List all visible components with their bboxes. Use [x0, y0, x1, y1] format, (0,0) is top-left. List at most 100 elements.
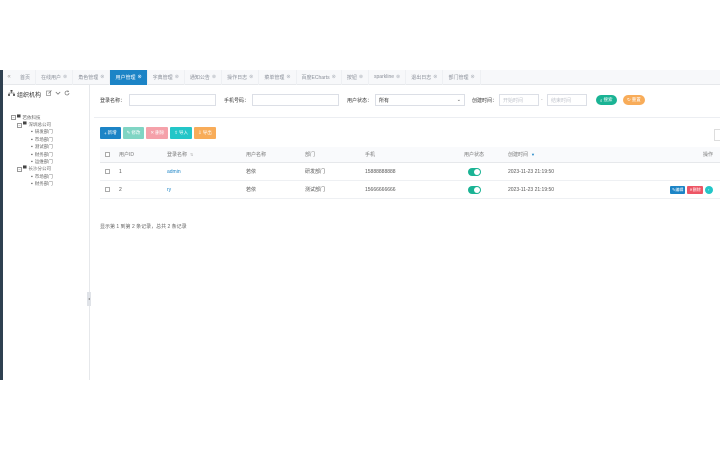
tab-menu-management[interactable]: 菜单管理 ⊗: [259, 70, 297, 85]
created-time-label: 创建时间：: [472, 98, 498, 104]
tree-node-dept[interactable]: ▪ 财务部门: [11, 151, 89, 158]
tree-node-dept[interactable]: ▪ 研发部门: [11, 129, 89, 136]
collapse-icon[interactable]: −: [17, 166, 22, 172]
tab-close-icon[interactable]: ⊗: [359, 74, 363, 80]
phone-input[interactable]: [252, 94, 339, 106]
remove-icon: ✕: [150, 130, 155, 135]
status-toggle[interactable]: [468, 163, 481, 180]
tab-close-icon[interactable]: ⊗: [433, 74, 437, 80]
tab-role-management[interactable]: 角色管理 ⊗: [73, 70, 111, 85]
tab-dict-management[interactable]: 字典管理 ⊗: [148, 70, 185, 85]
row-delete-button[interactable]: ✕ 删除: [687, 185, 703, 194]
tab-sparkline[interactable]: sparkline ⊗: [369, 70, 407, 85]
row-edit-button[interactable]: ✎ 编辑: [670, 185, 686, 194]
tree-node-label: 测试部门: [34, 144, 53, 150]
tree-node-label: 若依科技: [22, 114, 41, 120]
tab-dept-management[interactable]: 部门管理 ⊗: [443, 70, 481, 85]
delete-button[interactable]: ✕ 删除: [146, 127, 169, 139]
start-time-input[interactable]: 开始时间: [499, 94, 539, 106]
tree-node-label: 市场部门: [34, 136, 53, 142]
tree-node-dept[interactable]: ▪ 市场部门: [11, 136, 89, 143]
import-button-label: 导入: [178, 130, 188, 135]
refresh-icon: ↻: [627, 97, 631, 102]
tab-close-icon[interactable]: ⊗: [212, 74, 216, 80]
collapse-icon[interactable]: −: [11, 115, 16, 121]
column-header-phone: 手机: [365, 152, 376, 158]
edit-icon[interactable]: [46, 90, 52, 98]
tab-close-icon[interactable]: ⊗: [63, 74, 67, 80]
search-button-label: 搜索: [603, 97, 613, 102]
file-icon: ▪: [31, 129, 33, 136]
tree-node-changsha[interactable]: − ▀ 长沙分公司: [11, 166, 89, 173]
cell-user-name: 若依: [246, 187, 257, 193]
tab-close-icon[interactable]: ⊗: [137, 74, 141, 80]
cell-created-time: 2023-11-23 21:19:50: [508, 186, 555, 193]
column-header-created[interactable]: 创建时间 ▼: [508, 147, 535, 162]
cell-dept: 研发部门: [305, 169, 326, 175]
tab-label: 操作日志: [227, 74, 248, 81]
tab-close-icon[interactable]: ⊗: [175, 74, 179, 80]
file-icon: ▪: [31, 144, 33, 151]
column-header-id[interactable]: 用户ID: [119, 147, 134, 162]
import-button[interactable]: ⇪ 导入: [170, 127, 192, 139]
column-toggle-button[interactable]: [714, 129, 720, 141]
tree-node-shenzhen[interactable]: − ▀ 深圳总公司: [11, 121, 89, 128]
tab-close-icon[interactable]: ⊗: [332, 74, 336, 80]
tab-label: 用户管理: [115, 74, 136, 81]
tab-label: 退出日志: [411, 74, 432, 81]
tab-logout-log[interactable]: 退出日志 ⊗: [406, 70, 444, 85]
folder-icon: ▀: [23, 122, 27, 129]
add-button[interactable]: + 新增: [100, 127, 121, 139]
row-more-button[interactable]: ›: [704, 185, 713, 194]
plus-icon: +: [104, 130, 107, 136]
org-tree-header: 组织机构: [3, 85, 89, 103]
edit-button[interactable]: ✎ 修改: [122, 127, 145, 139]
tab-echarts[interactable]: 百度ECharts ⊗: [297, 70, 342, 85]
tab-close-icon[interactable]: ⊗: [100, 74, 104, 80]
export-button-label: 导出: [202, 130, 212, 135]
tab-online-users[interactable]: 在线用户 ⊗: [36, 70, 74, 85]
tree-node-label: 财务部门: [34, 181, 53, 187]
tab-close-icon[interactable]: ⊗: [470, 74, 474, 80]
tab-close-icon[interactable]: ⊗: [286, 74, 290, 80]
status-label: 用户状态：: [347, 98, 373, 104]
tab-buttons[interactable]: 按钮 ⊗: [342, 70, 370, 85]
collapse-icon[interactable]: −: [17, 122, 22, 128]
tab-scroll-left-icon[interactable]: «: [3, 74, 15, 80]
column-header-login[interactable]: 登录名称 ⇅: [167, 147, 193, 162]
tab-close-icon[interactable]: ⊗: [396, 74, 400, 80]
tab-label: 字典管理: [152, 74, 173, 81]
tree-node-dept[interactable]: ▪ 运维部门: [11, 158, 89, 165]
search-button[interactable]: ⌕ 搜索: [596, 95, 617, 105]
chevron-down-icon[interactable]: [55, 90, 61, 98]
tree-node-dept[interactable]: ▪ 市场部门: [11, 173, 89, 180]
table-row: 2 ry 若依 测试部门 15666666666 2023-11-23 21:1…: [100, 181, 720, 199]
export-button[interactable]: ⇩ 导出: [193, 127, 216, 139]
cell-login-name[interactable]: admin: [167, 163, 181, 180]
tab-label: 在线用户: [41, 74, 62, 81]
cell-login-name[interactable]: ry: [167, 181, 171, 198]
tab-user-management[interactable]: 用户管理 ⊗: [110, 70, 148, 85]
tab-close-icon[interactable]: ⊗: [249, 74, 253, 80]
row-checkbox[interactable]: [105, 163, 110, 180]
tree-node-dept[interactable]: ▪ 财务部门: [11, 181, 89, 188]
tab-label: 菜单管理: [264, 74, 285, 81]
tab-home[interactable]: 首页: [15, 70, 37, 85]
tree-node-dept[interactable]: ▪ 测试部门: [11, 144, 89, 151]
select-all-checkbox[interactable]: [105, 147, 110, 162]
login-name-input[interactable]: [129, 94, 216, 106]
tab-notices[interactable]: 通知公告 ⊗: [185, 70, 223, 85]
panel-collapse-handle[interactable]: ◂: [87, 292, 91, 306]
end-time-input[interactable]: 结束时间: [547, 94, 587, 106]
status-select[interactable]: 所有 ⌄: [375, 94, 465, 106]
tree-node-label: 财务部门: [34, 151, 53, 157]
row-checkbox[interactable]: [105, 181, 110, 198]
tab-operation-log[interactable]: 操作日志 ⊗: [222, 70, 260, 85]
status-toggle[interactable]: [468, 181, 481, 198]
cell-phone: 15888888888: [365, 168, 396, 175]
tree-node-ruoyi[interactable]: − ▀ 若依科技: [11, 114, 89, 121]
edit-icon: ✎: [126, 130, 131, 135]
reset-button[interactable]: ↻ 重置: [623, 95, 645, 105]
refresh-icon[interactable]: [64, 90, 70, 98]
table-row: 1 admin 若依 研发部门 15888888888 2023-11-23 2…: [100, 163, 720, 181]
